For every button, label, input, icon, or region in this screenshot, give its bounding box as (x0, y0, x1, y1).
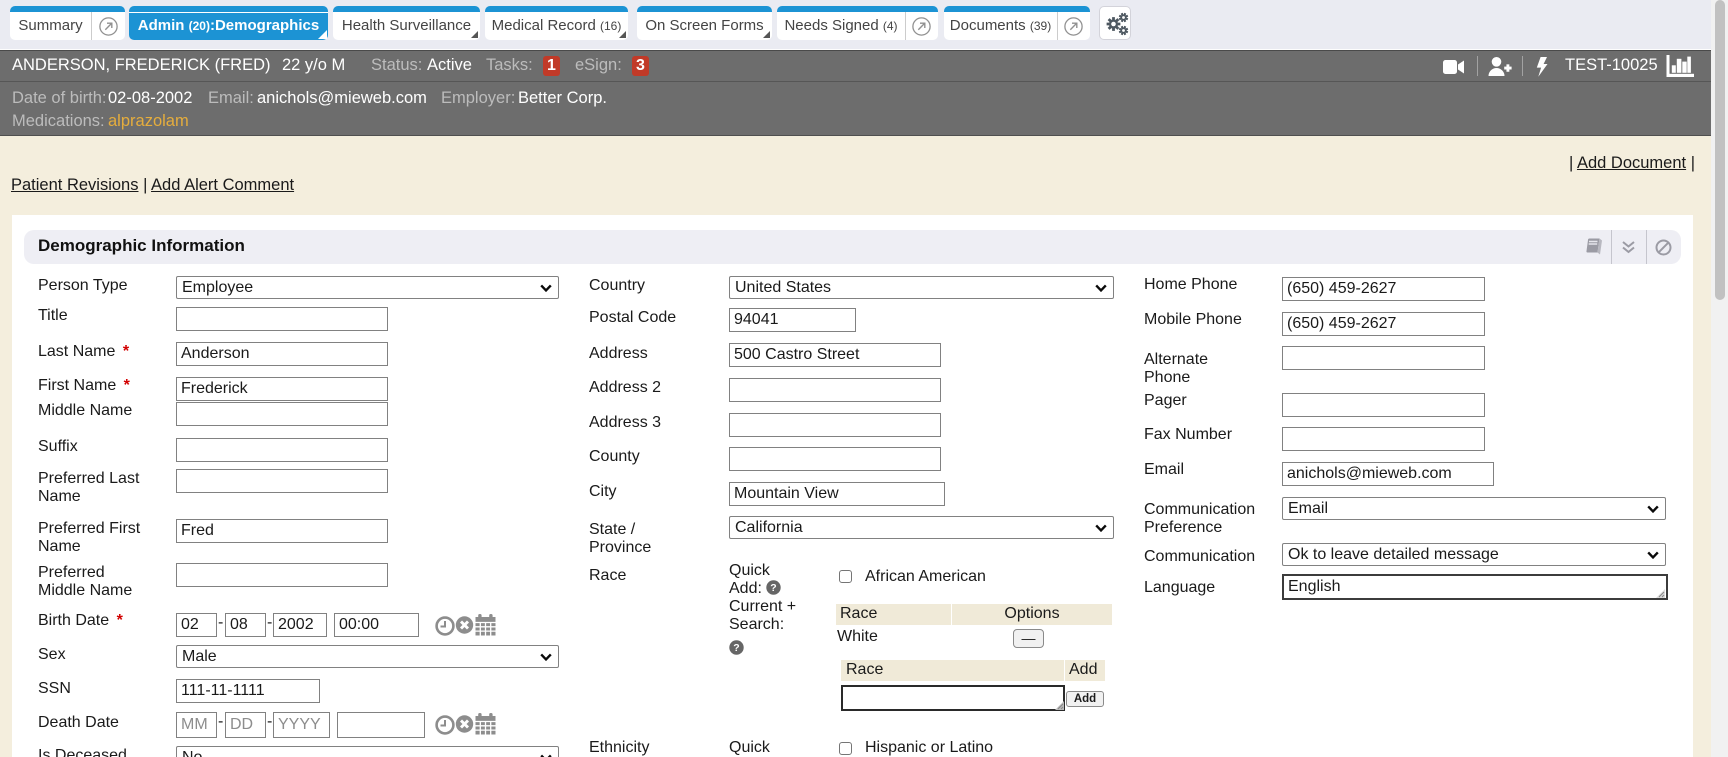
svg-text:?: ? (771, 582, 777, 594)
svg-text:?: ? (733, 642, 739, 654)
